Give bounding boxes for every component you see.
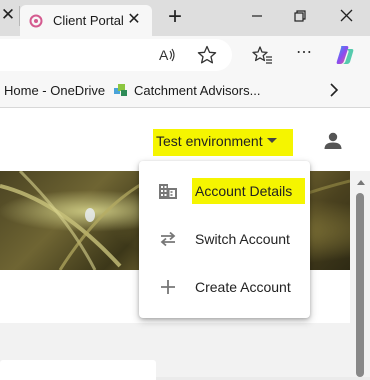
previous-tab-close-icon[interactable]: ✕ <box>0 4 18 26</box>
catchment-favicon-icon <box>114 84 127 96</box>
more-options-icon[interactable]: ⋯ <box>293 44 315 66</box>
plus-icon <box>161 280 175 294</box>
svg-text:A: A <box>159 47 169 63</box>
active-tab[interactable]: Client Portal ✕ <box>20 5 152 36</box>
content-card <box>0 360 156 380</box>
address-toolbar: A ⋯ <box>0 36 370 74</box>
user-account-icon[interactable] <box>322 130 344 152</box>
chevron-right-icon[interactable] <box>328 83 340 97</box>
building-icon <box>159 184 177 199</box>
menu-item-create-account[interactable]: Create Account <box>139 263 310 311</box>
close-window-icon[interactable] <box>334 6 358 30</box>
tab-close-icon[interactable]: ✕ <box>123 9 145 31</box>
minimize-icon[interactable] <box>245 6 269 30</box>
scrollbar-thumb[interactable] <box>356 193 364 377</box>
swap-arrows-icon <box>160 231 176 247</box>
menu-item-switch-account[interactable]: Switch Account <box>139 215 310 263</box>
new-tab-icon[interactable]: + <box>163 5 187 30</box>
favorites-icon[interactable] <box>251 44 273 66</box>
menu-item-label: Create Account <box>195 279 291 295</box>
favorites-bar: Home - OneDrive Catchment Advisors... <box>0 74 370 108</box>
caret-down-icon[interactable] <box>267 138 277 143</box>
read-aloud-icon[interactable]: A <box>156 44 178 66</box>
address-bar[interactable]: A <box>0 39 232 71</box>
scroll-up-icon[interactable] <box>357 180 365 185</box>
copilot-icon[interactable] <box>334 44 356 66</box>
favorite-home-onedrive[interactable]: Home - OneDrive <box>4 82 105 99</box>
menu-item-label: Switch Account <box>195 231 290 247</box>
environment-selector[interactable]: Test environment <box>156 132 263 150</box>
menu-item-label[interactable]: Account Details <box>195 182 292 200</box>
client-portal-favicon-icon <box>29 14 43 28</box>
tab-title: Client Portal <box>53 13 124 28</box>
tab-strip: ✕ Client Portal ✕ + <box>0 0 370 36</box>
favorite-catchment-advisors[interactable]: Catchment Advisors... <box>134 82 260 99</box>
favorite-star-icon[interactable] <box>196 44 218 66</box>
scrollbar[interactable] <box>352 171 370 377</box>
restore-icon[interactable] <box>288 6 312 30</box>
